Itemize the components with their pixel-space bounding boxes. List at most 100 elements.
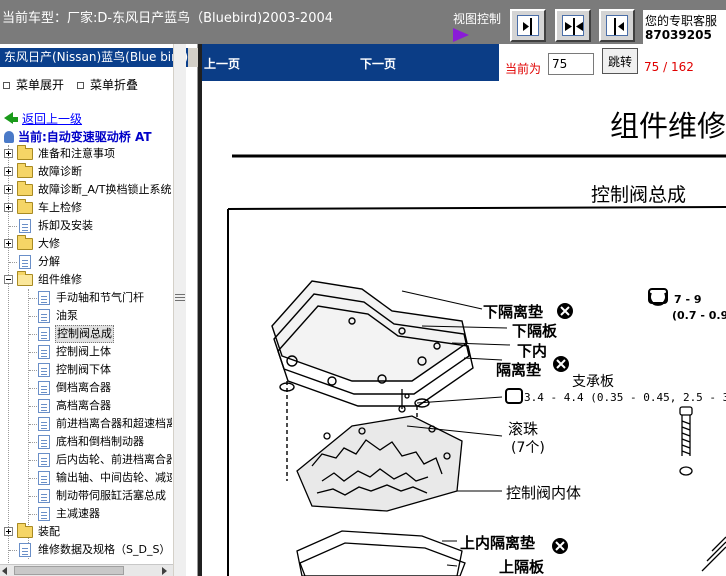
expand-all-button[interactable]: 菜单展开 (3, 76, 64, 93)
expand-toggle-icon[interactable] (4, 149, 13, 158)
folder-icon (17, 235, 33, 250)
label-lower-plate: 下隔板 (512, 322, 558, 340)
tree-item-label: 大修 (38, 237, 60, 250)
tree-item-label: 故障诊断_A/T换档锁止系统 (38, 183, 172, 196)
nav-tree: 准备和注意事项 故障诊断 故障诊断_A/T换档锁止系统 车上检修 拆卸及安装 大… (0, 145, 172, 565)
bolt-drawing (679, 406, 726, 572)
tree-item-label: 底档和倒档制动器 (56, 435, 144, 448)
document-icon (38, 399, 50, 413)
prev-page-button[interactable]: 上一页 (204, 55, 240, 72)
expand-toggle-icon[interactable] (4, 167, 13, 176)
label-inner-gasket: 隔离垫 (496, 361, 541, 379)
torque-wrench-icon (648, 288, 668, 306)
jump-button[interactable]: 跳转 (602, 48, 638, 74)
tree-item-label: 高档离合器 (56, 399, 111, 412)
doc-title: 组件维修 (610, 109, 726, 143)
scroll-right-icon[interactable] (162, 567, 167, 575)
document-icon (38, 471, 50, 485)
tree-item[interactable]: 底档和倒档制动器 (0, 433, 172, 451)
label-lower-inner: 下内 (517, 342, 547, 360)
label-upper-inner-gasket: 上内隔离垫 (460, 534, 535, 552)
tree-title: 东风日产(Nissan)蓝鸟(Blue bird)--20 (0, 48, 188, 67)
tree-item[interactable]: 拆卸及安装 (0, 217, 172, 235)
scroll-grip-icon[interactable] (175, 294, 185, 303)
document-icon (38, 453, 50, 467)
tree-item[interactable]: 控制阀下体 (0, 361, 172, 379)
tree-item[interactable]: 输出轴、中间齿轮、减速齿轮 (0, 469, 172, 487)
scroll-left-icon[interactable] (2, 567, 7, 575)
tree-item-label: 控制阀上体 (56, 345, 111, 358)
expand-toggle-icon[interactable] (4, 527, 13, 536)
tree-item[interactable]: 准备和注意事项 (0, 145, 172, 163)
tree-item[interactable]: 前进档离合器和超速档离合器 (0, 415, 172, 433)
view-expand-left-button[interactable] (599, 9, 635, 42)
tree-item[interactable]: 后内齿轮、前进档离合器毂 (0, 451, 172, 469)
document-icon (38, 435, 50, 449)
tree-item-label: 维修数据及规格（S_D_S） (38, 543, 171, 556)
page-nav-bar: 上一页 下一页 (202, 44, 499, 81)
expand-toggle-icon[interactable] (4, 203, 13, 212)
folder-icon (17, 181, 33, 196)
tree-item[interactable]: 故障诊断 (0, 163, 172, 181)
tree-item[interactable]: 控制阀上体 (0, 343, 172, 361)
label-upper-plate: 上隔板 (499, 558, 545, 576)
view-split-button[interactable] (555, 9, 591, 42)
tree-item[interactable]: 维修数据及规格（S_D_S） (0, 541, 172, 559)
tree-item-label: 故障诊断 (38, 165, 82, 178)
manual-page-scan: 组件维修 控制阀总成 下隔离垫 下隔板 下内 隔离垫 支承板 3.4 - 4.4… (227, 109, 726, 576)
doc-subtitle: 控制阀总成 (591, 184, 686, 206)
next-page-button[interactable]: 下一页 (360, 55, 396, 72)
expand-toggle-icon[interactable] (4, 185, 13, 194)
tree-item-label: 控制阀下体 (56, 363, 111, 376)
service-contact-box: 您的专职客服 87039205 (643, 10, 726, 44)
folder-icon (17, 199, 33, 214)
tree-item-label: 制动带伺服缸活塞总成 (56, 489, 166, 502)
tree-title-scrollbar[interactable] (188, 48, 198, 67)
scroll-thumb[interactable] (14, 566, 124, 575)
tree-vertical-scrollbar[interactable] (173, 44, 186, 576)
current-node: 当前:自动变速驱动桥 AT (4, 128, 152, 145)
document-icon (38, 327, 50, 341)
tree-item[interactable]: 油泵 (0, 307, 172, 325)
valve-body-drawing (296, 389, 463, 512)
tree-item-label: 装配 (38, 525, 60, 538)
tree-item[interactable]: 车上检修 (0, 199, 172, 217)
tree-item-label: 组件维修 (38, 273, 82, 286)
tree-item[interactable]: 手动轴和节气门杆 (0, 289, 172, 307)
document-icon (19, 219, 31, 233)
expand-all-label: 菜单展开 (16, 78, 65, 92)
replace-part-icon (552, 538, 568, 554)
label-torque-1: 3.4 - 4.4 (0.35 - 0.45, 2.5 - 3.3) (524, 391, 726, 404)
document-icon (38, 309, 50, 323)
page-number-input[interactable] (548, 53, 594, 75)
expand-toggle-icon[interactable] (4, 239, 13, 248)
tree-item[interactable]: 主减速器 (0, 505, 172, 523)
tree-item[interactable]: 故障诊断_A/T换档锁止系统 (0, 181, 172, 199)
open-folder-icon (17, 271, 33, 286)
collapse-toggle-icon[interactable] (4, 275, 13, 284)
label-balls-count: (7个) (511, 440, 545, 456)
tree-item[interactable]: 分解 (0, 253, 172, 271)
tree-item-label: 分解 (38, 255, 60, 268)
tree-item-label: 拆卸及安装 (38, 219, 93, 232)
document-icon (38, 507, 50, 521)
page-jump-area: 当前为 跳转 75 / 162 (499, 44, 726, 81)
collapse-all-button[interactable]: 菜单折叠 (77, 76, 138, 93)
expand-left-icon (606, 15, 628, 36)
tree-item-selected[interactable]: 控制阀总成 (0, 325, 172, 343)
folder-icon (17, 163, 33, 178)
view-expand-right-button[interactable] (510, 9, 546, 42)
view-control-arrow-icon (453, 28, 469, 42)
torque-wrench-icon (505, 388, 523, 404)
tree-horizontal-scrollbar[interactable] (0, 564, 173, 576)
document-icon (38, 345, 50, 359)
tree-item[interactable]: 制动带伺服缸活塞总成 (0, 487, 172, 505)
tree-item[interactable]: 倒档离合器 (0, 379, 172, 397)
page-count: 75 / 162 (644, 60, 694, 74)
back-link[interactable]: 返回上一级 (4, 110, 82, 127)
tree-item[interactable]: 装配 (0, 523, 172, 541)
tree-item[interactable]: 大修 (0, 235, 172, 253)
tree-item[interactable]: 高档离合器 (0, 397, 172, 415)
tree-item[interactable]: 组件维修 (0, 271, 172, 289)
top-header: 当前车型：厂家:D-东风日产蓝鸟（Bluebird)2003-2004 视图控制 (0, 0, 726, 44)
